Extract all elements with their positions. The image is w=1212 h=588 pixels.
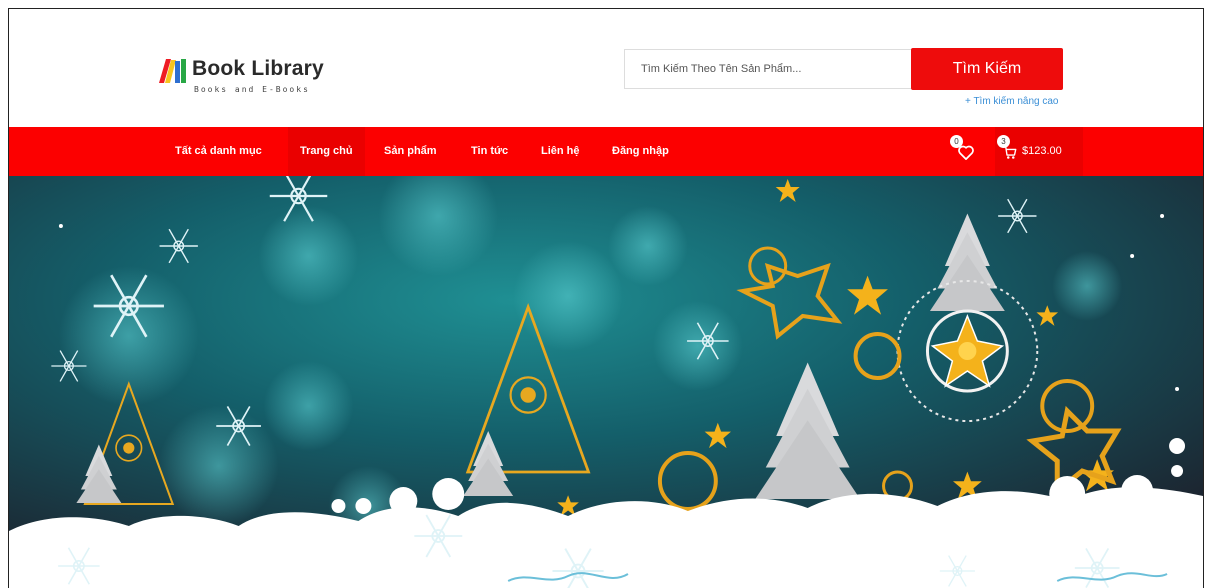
advanced-search-link[interactable]: + Tìm kiếm nâng cao: [965, 96, 1058, 107]
books-logo-icon: [159, 59, 186, 83]
search-button[interactable]: Tìm Kiếm: [911, 48, 1063, 90]
cart-icon: [1003, 146, 1017, 159]
nav-contact[interactable]: Liên hệ: [541, 127, 580, 176]
site-header: Book Library Books and E-Books Tìm Kiếm …: [9, 9, 1203, 127]
nav-products[interactable]: Sản phẩm: [384, 127, 437, 176]
brand-title: Book Library: [192, 57, 324, 80]
christmas-banner: [9, 176, 1203, 588]
search-input[interactable]: [624, 49, 912, 89]
cart-total: $123.00: [1022, 145, 1062, 157]
main-nav: Tất cả danh mục Trang chủ Sản phẩm Tin t…: [9, 127, 1203, 176]
wishlist-button[interactable]: 0: [949, 127, 979, 176]
site-logo[interactable]: Book Library Books and E-Books: [159, 57, 349, 102]
nav-home[interactable]: Trang chủ: [288, 127, 365, 176]
page-frame: Book Library Books and E-Books Tìm Kiếm …: [8, 8, 1204, 588]
nav-login[interactable]: Đăng nhập: [612, 127, 669, 176]
heart-icon: [958, 145, 974, 160]
nav-all-categories[interactable]: Tất cả danh mục: [175, 127, 262, 176]
nav-news[interactable]: Tin tức: [471, 127, 508, 176]
brand-subtitle: Books and E-Books: [194, 85, 310, 94]
